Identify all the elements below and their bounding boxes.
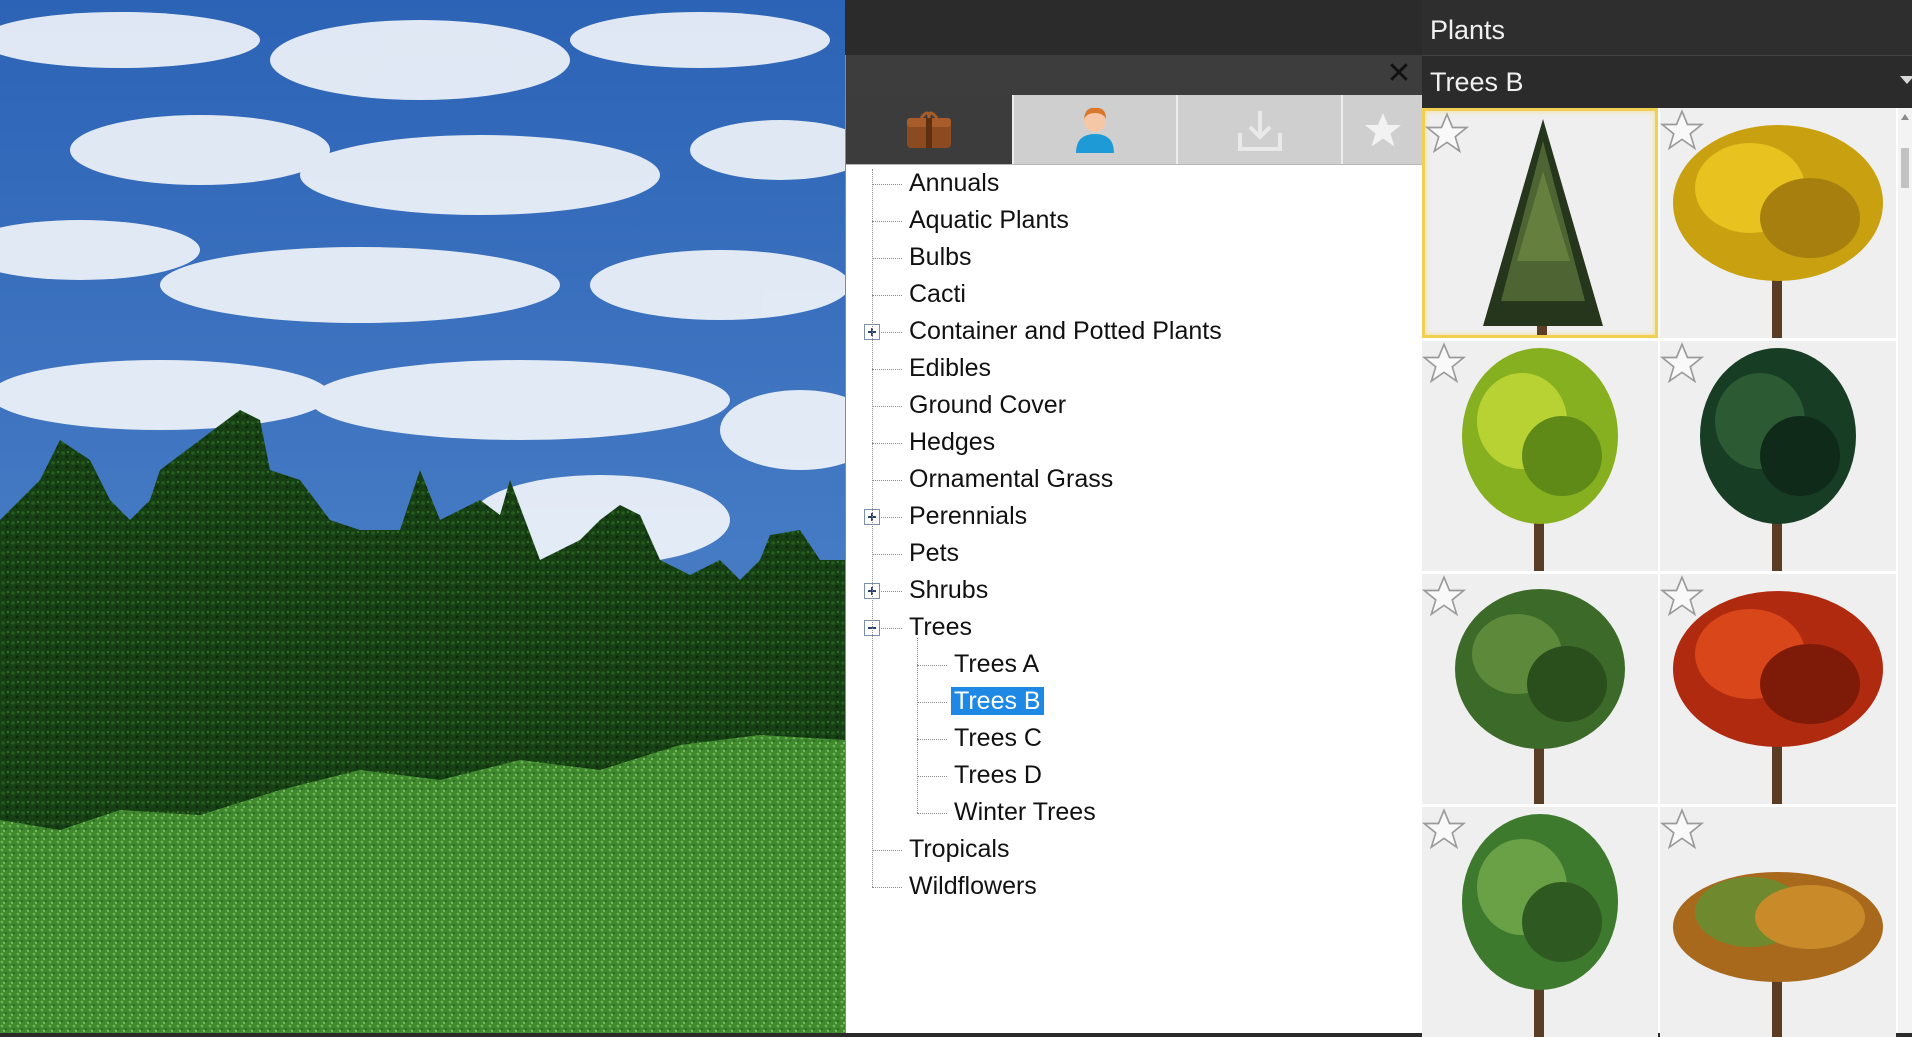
dark-oak-thumb[interactable]: [1660, 341, 1896, 571]
tree-item[interactable]: Ornamental Grass: [906, 461, 1116, 497]
autumn-spreading-thumb[interactable]: [1660, 807, 1896, 1037]
chevron-down-icon[interactable]: [1900, 76, 1912, 84]
catalog-scrollbar[interactable]: [1898, 108, 1912, 1033]
user-icon: [1076, 107, 1115, 153]
tree-item-label: Ground Cover: [909, 391, 1067, 419]
tree-item[interactable]: Hedges: [906, 424, 998, 460]
tree-item-label: Edibles: [909, 354, 991, 382]
tree-item[interactable]: Pets: [906, 535, 962, 571]
plants-catalog-panel: Plants Trees B: [1422, 0, 1912, 1037]
favorite-star-icon[interactable]: [1422, 341, 1466, 385]
3d-scene-render: [0, 0, 845, 1033]
tree-branch-line: [917, 637, 918, 813]
favorite-star-icon[interactable]: [1660, 341, 1704, 385]
tree-connector: [872, 479, 902, 481]
tree-item[interactable]: Edibles: [906, 350, 994, 386]
tree-item-label: Perennials: [909, 502, 1028, 530]
tree-item-label: Ornamental Grass: [909, 465, 1114, 493]
favorites-tab[interactable]: [1343, 95, 1423, 164]
tree-connector: [872, 849, 902, 851]
favorite-star-icon[interactable]: [1660, 108, 1704, 152]
scroll-thumb[interactable]: [1901, 148, 1909, 188]
tree-connector: [872, 294, 902, 296]
tree-item[interactable]: Trees A: [951, 646, 1042, 682]
tree-item[interactable]: Tropicals: [906, 831, 1013, 867]
catalog-thumbnail-grid: [1422, 108, 1898, 1037]
tree-connector: [917, 738, 947, 740]
favorite-star-icon[interactable]: [1660, 807, 1704, 851]
tree-connector: [872, 886, 902, 888]
tree-item[interactable]: Bulbs: [906, 239, 975, 275]
tree-item-label: Aquatic Plants: [909, 206, 1069, 234]
tree-trunk-line: [872, 169, 873, 887]
tree-connector: [872, 405, 902, 407]
tree-item[interactable]: Container and Potted Plants: [906, 313, 1225, 349]
download-tray-icon: [1237, 110, 1282, 151]
library-catalog-tab[interactable]: [846, 95, 1014, 164]
tree-item[interactable]: Ground Cover: [906, 387, 1069, 423]
tree-connector: [872, 220, 902, 222]
tree-item[interactable]: Shrubs: [906, 572, 991, 608]
package-icon: [906, 111, 951, 148]
tree-item[interactable]: Wildflowers: [906, 868, 1040, 904]
favorite-star-icon[interactable]: [1422, 807, 1466, 851]
favorite-star-icon[interactable]: [1660, 574, 1704, 618]
tree-item-label: Trees A: [954, 650, 1040, 678]
catalog-title: Plants: [1422, 0, 1912, 55]
tree-connector: [872, 553, 902, 555]
yellow-maple-thumb[interactable]: [1660, 108, 1896, 338]
tree-item-label: Trees B: [951, 687, 1044, 715]
tree-item-label: Trees C: [954, 724, 1042, 752]
tree-item-label: Hedges: [909, 428, 996, 456]
library-browser-panel: ✕ Annuals Aquatic Plants Bulbs Cacti Con…: [845, 55, 1423, 1033]
tree-item-label: Winter Trees: [954, 798, 1096, 826]
star-icon: [1365, 112, 1402, 146]
tree-item-label: Bulbs: [909, 243, 972, 271]
tree-connector: [872, 257, 902, 259]
tree-item[interactable]: Annuals: [906, 165, 1002, 201]
tree-item-label: Pets: [909, 539, 960, 567]
tree-connector: [872, 442, 902, 444]
close-icon[interactable]: ✕: [1385, 59, 1413, 89]
young-tree-thumb[interactable]: [1422, 807, 1658, 1037]
tree-connector: [917, 701, 947, 703]
tree-item-label: Wildflowers: [909, 872, 1037, 900]
tree-item-label: Trees D: [954, 761, 1042, 789]
tree-connector: [872, 183, 902, 185]
tree-item-label: Annuals: [909, 169, 1000, 197]
downloads-tab[interactable]: [1178, 95, 1344, 164]
favorite-star-icon[interactable]: [1422, 574, 1466, 618]
tree-item-label: Tropicals: [909, 835, 1010, 863]
user-catalog-tab[interactable]: [1013, 95, 1179, 164]
tree-connector: [872, 368, 902, 370]
scroll-up-icon[interactable]: [1901, 114, 1909, 120]
lime-tree-thumb[interactable]: [1422, 341, 1658, 571]
tree-item[interactable]: Trees D: [951, 757, 1045, 793]
favorite-star-icon[interactable]: [1425, 111, 1469, 155]
library-tabs: [846, 95, 1423, 165]
catalog-folder-label: Trees B: [1430, 67, 1524, 97]
tree-item-label: Shrubs: [909, 576, 989, 604]
tree-item[interactable]: Trees B: [951, 683, 1044, 719]
tree-connector: [917, 775, 947, 777]
catalog-folder-selector[interactable]: Trees B: [1422, 55, 1912, 109]
tree-connector: [917, 812, 947, 814]
tree-item[interactable]: Cacti: [906, 276, 969, 312]
tree-item[interactable]: Perennials: [906, 498, 1030, 534]
library-titlebar: ✕: [846, 55, 1423, 95]
tree-item-label: Cacti: [909, 280, 966, 308]
tree-item[interactable]: Aquatic Plants: [906, 202, 1072, 238]
tree-item[interactable]: Winter Trees: [951, 794, 1099, 830]
tree-connector: [917, 664, 947, 666]
red-maple-thumb[interactable]: [1660, 574, 1896, 804]
conifer-tree-thumb[interactable]: [1422, 108, 1658, 338]
tree-item[interactable]: Trees C: [951, 720, 1045, 756]
green-tree-thumb[interactable]: [1422, 574, 1658, 804]
tree-item-label: Container and Potted Plants: [909, 317, 1222, 345]
